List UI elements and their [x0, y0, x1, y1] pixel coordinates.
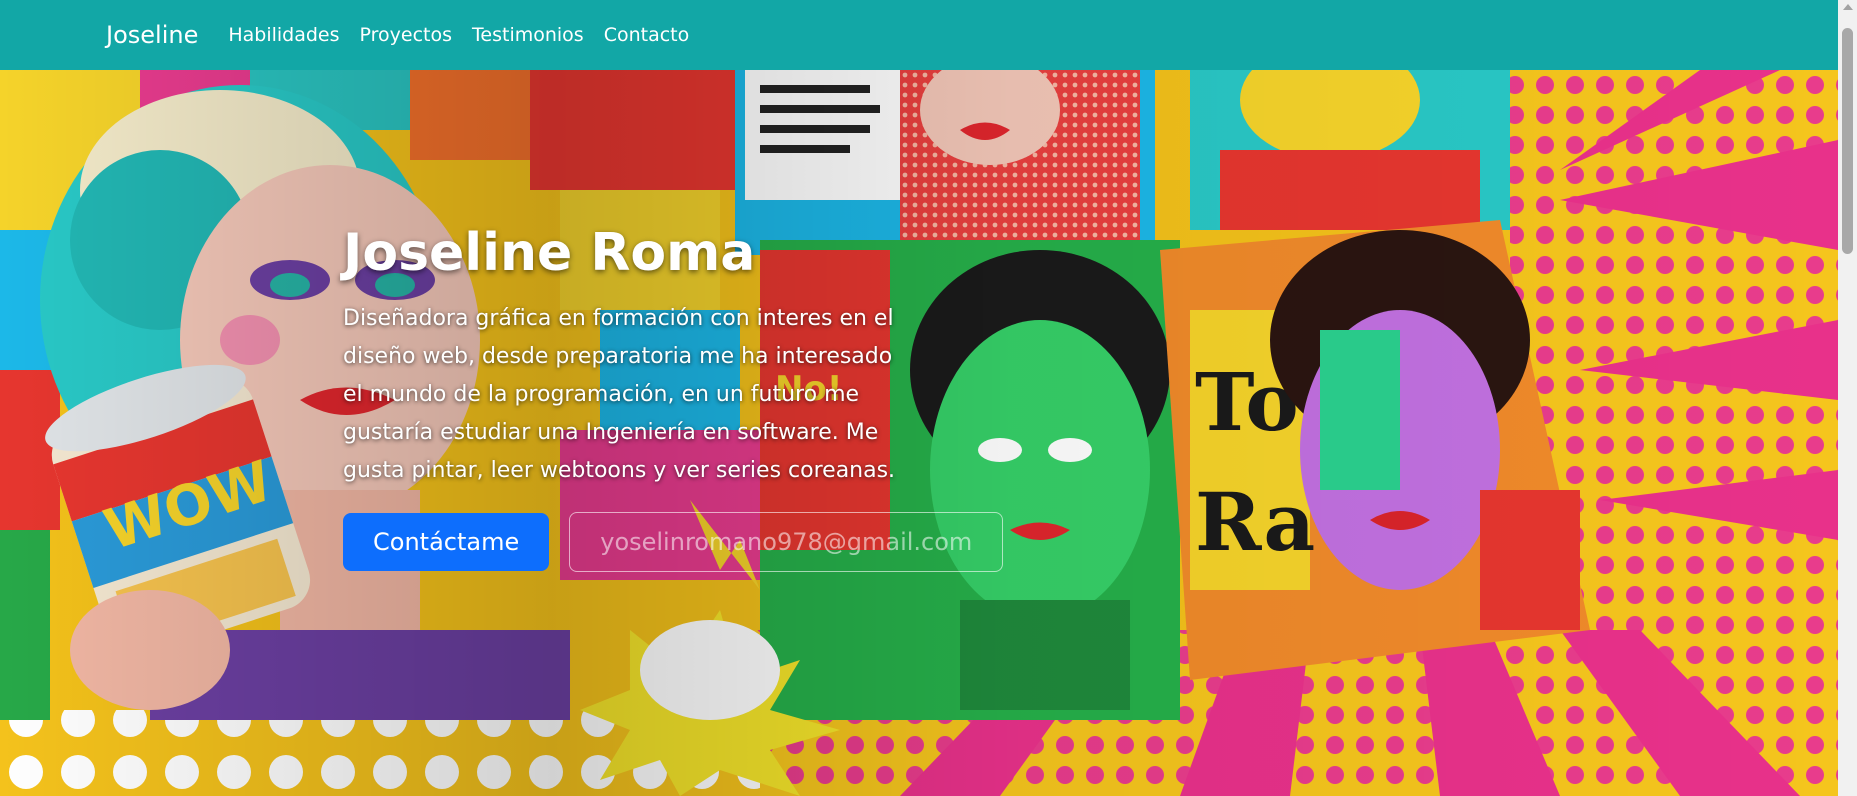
- nav-link-proyectos[interactable]: Proyectos: [360, 24, 453, 46]
- scroll-up-arrow-icon[interactable]: [1843, 4, 1853, 10]
- hero-title: Joseline Roma: [343, 223, 756, 283]
- page: Joseline Habilidades Proyectos Testimoni…: [0, 0, 1857, 796]
- contact-button[interactable]: Contáctame: [343, 513, 550, 572]
- hero-button-row: Contáctame yoselinromano978@gmail.com: [343, 512, 1004, 573]
- nav-link-contacto[interactable]: Contacto: [604, 24, 690, 46]
- hero-description: Diseñadora gráfica en formación con inte…: [343, 306, 896, 484]
- brand-link[interactable]: Joseline: [106, 21, 198, 49]
- nav-link-habilidades[interactable]: Habilidades: [228, 24, 339, 46]
- hero-section: WOW No!: [0, 70, 1838, 796]
- hero-content: Joseline Roma Diseñadora gráfica en form…: [343, 223, 1004, 573]
- vertical-scrollbar[interactable]: [1838, 0, 1857, 796]
- hero-background-image: WOW No!: [0, 70, 1838, 796]
- email-button[interactable]: yoselinromano978@gmail.com: [569, 512, 1004, 573]
- scrollbar-thumb[interactable]: [1842, 28, 1853, 254]
- nav-link-testimonios[interactable]: Testimonios: [472, 24, 584, 46]
- navbar: Joseline Habilidades Proyectos Testimoni…: [0, 0, 1838, 70]
